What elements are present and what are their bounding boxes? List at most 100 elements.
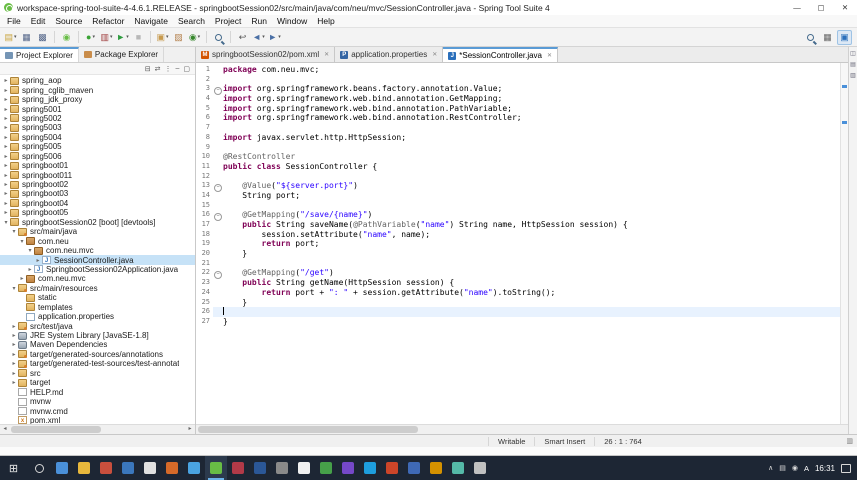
- collapse-arrow-icon[interactable]: ▾: [10, 285, 18, 292]
- code-line[interactable]: 10 @RestController: [196, 152, 840, 162]
- code-line[interactable]: 13 @Value("${server.port}"): [196, 181, 840, 191]
- tab-project-explorer[interactable]: Project Explorer: [0, 47, 79, 62]
- overview-ruler[interactable]: [840, 63, 848, 424]
- forward-button[interactable]: ► ▾: [267, 30, 282, 45]
- expand-arrow-icon[interactable]: ▸: [10, 370, 18, 377]
- code-line[interactable]: 22 @GetMapping("/get"): [196, 268, 840, 278]
- taskbar-app-icon-13[interactable]: [315, 456, 337, 480]
- back-button[interactable]: ◄ ▾: [251, 30, 266, 45]
- new-java-project-button[interactable]: ▣ ▾: [155, 30, 170, 45]
- taskbar-app-icon-10[interactable]: [249, 456, 271, 480]
- code-line[interactable]: 2: [196, 75, 840, 85]
- code-line[interactable]: 21: [196, 259, 840, 269]
- code-line[interactable]: 7: [196, 123, 840, 133]
- code-area[interactable]: 1 package com.neu.mvc; 23 import org.spring…: [196, 63, 840, 424]
- code-line[interactable]: 11 public class SessionController {: [196, 162, 840, 172]
- code-line[interactable]: 8 import javax.servlet.http.HttpSession;: [196, 133, 840, 143]
- menu-file[interactable]: File: [2, 16, 26, 26]
- expand-arrow-icon[interactable]: ▸: [2, 143, 10, 150]
- tree-item-spring5001[interactable]: ▸ spring5001: [0, 104, 195, 114]
- start-button[interactable]: ⊞: [0, 456, 27, 480]
- tree-item-mvnw[interactable]: mvnw: [0, 397, 195, 406]
- open-perspective-button[interactable]: ▦: [820, 30, 835, 45]
- scroll-left-icon[interactable]: ◂: [0, 425, 10, 434]
- tab-package-explorer[interactable]: Package Explorer: [79, 47, 165, 62]
- tree-item-springboot05[interactable]: ▸ springboot05: [0, 208, 195, 217]
- tree-item-target[interactable]: ▸ target: [0, 378, 195, 387]
- menu-window[interactable]: Window: [272, 16, 312, 26]
- dropdown-arrow-icon[interactable]: ▾: [166, 34, 169, 40]
- code-line[interactable]: 24 return port + ": " + session.getAttri…: [196, 288, 840, 298]
- taskbar-app-icon-19[interactable]: [447, 456, 469, 480]
- scroll-right-icon[interactable]: ▸: [185, 425, 195, 434]
- taskbar-app-icon-5[interactable]: [139, 456, 161, 480]
- quick-access-search-button[interactable]: [803, 30, 818, 45]
- collapse-arrow-icon[interactable]: ▾: [18, 238, 26, 245]
- tree-item-mvnw-cmd[interactable]: mvnw.cmd: [0, 406, 195, 416]
- expand-arrow-icon[interactable]: ▸: [2, 209, 10, 216]
- editor-hscrollbar[interactable]: [196, 424, 848, 434]
- taskbar-app-icon-12[interactable]: [293, 456, 315, 480]
- taskbar-app-icon-8[interactable]: [205, 456, 227, 480]
- expand-arrow-icon[interactable]: ▸: [2, 181, 10, 188]
- taskbar-app-icon-16[interactable]: [381, 456, 403, 480]
- taskbar-app-icon-11[interactable]: [271, 456, 293, 480]
- new-package-button[interactable]: ▨: [171, 30, 186, 45]
- expand-arrow-icon[interactable]: ▸: [2, 162, 10, 169]
- code-line[interactable]: 15: [196, 201, 840, 211]
- system-tray-icon-2[interactable]: ◉: [792, 464, 798, 472]
- tree-item-springboot04[interactable]: ▸ springboot04: [0, 199, 195, 208]
- view-menu-icon[interactable]: ⋮: [164, 65, 171, 73]
- tree-item-spring5006[interactable]: ▸ spring5006: [0, 152, 195, 161]
- expand-arrow-icon[interactable]: ▸: [2, 134, 10, 141]
- stop-button[interactable]: ■: [131, 30, 146, 45]
- tree-item-spring-jdk-proxy[interactable]: ▸ spring_jdk_proxy: [0, 95, 195, 104]
- tree-item-src-main-java[interactable]: ▾ src/main/java: [0, 227, 195, 236]
- tree-item-sessioncontroller-java[interactable]: ▸ J SessionController.java: [0, 255, 195, 265]
- menu-search[interactable]: Search: [173, 16, 210, 26]
- code-line[interactable]: 25 }: [196, 298, 840, 308]
- taskbar-app-icon-4[interactable]: [117, 456, 139, 480]
- editor-tab-springbootsession02-pom-xml[interactable]: MspringbootSession02/pom.xml ✕: [196, 47, 336, 62]
- expand-arrow-icon[interactable]: ▸: [2, 77, 10, 84]
- expand-arrow-icon[interactable]: ▸: [26, 266, 34, 273]
- boot-dashboard-button[interactable]: ◉: [59, 30, 74, 45]
- minimize-button[interactable]: —: [785, 0, 809, 15]
- tree-item-springboot03[interactable]: ▸ springboot03: [0, 189, 195, 198]
- maximize-view-icon[interactable]: ▢: [183, 65, 190, 73]
- taskbar-app-icon-20[interactable]: [469, 456, 491, 480]
- collapse-arrow-icon[interactable]: ▾: [26, 247, 34, 254]
- expand-arrow-icon[interactable]: ▸: [10, 379, 18, 386]
- code-line[interactable]: 26: [196, 307, 840, 317]
- code-line[interactable]: 19 return port;: [196, 239, 840, 249]
- dropdown-arrow-icon[interactable]: ▾: [126, 34, 129, 40]
- tree-item-application-properties[interactable]: application.properties: [0, 312, 195, 321]
- tree-item-spring5005[interactable]: ▸ spring5005: [0, 142, 195, 151]
- debug-button[interactable]: ● ▾: [83, 30, 98, 45]
- dropdown-arrow-icon[interactable]: ▾: [198, 34, 201, 40]
- tree-item-springbootsession02-boot-devtools[interactable]: ▾ springbootSession02 [boot] [devtools]: [0, 218, 195, 227]
- action-center-icon[interactable]: [841, 463, 851, 473]
- close-tab-icon[interactable]: ✕: [432, 51, 437, 58]
- menu-source[interactable]: Source: [50, 16, 87, 26]
- expand-arrow-icon[interactable]: ▸: [2, 172, 10, 179]
- explorer-hscroll-thumb[interactable]: [11, 426, 101, 433]
- dropdown-arrow-icon[interactable]: ▾: [110, 34, 113, 40]
- tree-item-maven-dependencies[interactable]: ▸ Maven Dependencies: [0, 340, 195, 349]
- dropdown-arrow-icon[interactable]: ▾: [14, 34, 17, 40]
- collapse-arrow-icon[interactable]: ▾: [10, 228, 18, 235]
- expand-arrow-icon[interactable]: ▸: [2, 96, 10, 103]
- taskbar-app-icon-14[interactable]: [337, 456, 359, 480]
- tree-item-jre-system-library-javase-1-8[interactable]: ▸ JRE System Library [JavaSE-1.8]: [0, 331, 195, 340]
- code-line[interactable]: 6 import org.springframework.web.bind.ann…: [196, 113, 840, 123]
- code-line[interactable]: 23 public String getName(HttpSession ses…: [196, 278, 840, 288]
- tree-item-com-neu[interactable]: ▾ com.neu: [0, 236, 195, 246]
- link-with-editor-icon[interactable]: ⇄: [155, 65, 161, 73]
- tree-item-pom-xml[interactable]: x pom.xml: [0, 416, 195, 424]
- search-button[interactable]: [211, 30, 226, 45]
- tree-item-spring5002[interactable]: ▸ spring5002: [0, 114, 195, 123]
- expand-arrow-icon[interactable]: ▸: [10, 332, 18, 339]
- expand-arrow-icon[interactable]: ▸: [2, 124, 10, 131]
- menu-navigate[interactable]: Navigate: [129, 16, 173, 26]
- code-line[interactable]: 17 public String saveName(@PathVariable(…: [196, 220, 840, 230]
